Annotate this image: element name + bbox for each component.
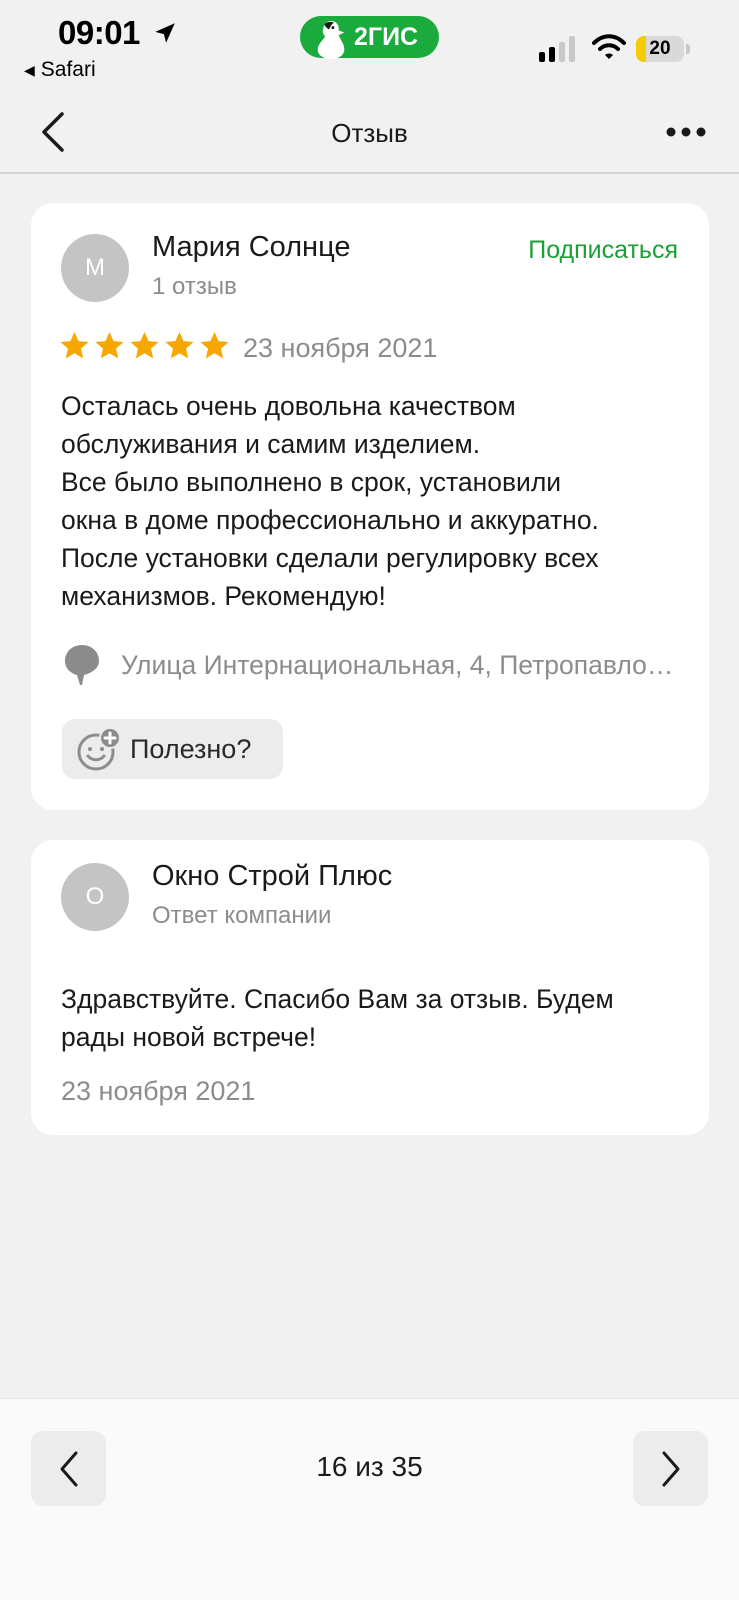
duck-logo-icon <box>317 20 345 59</box>
rating-stars <box>59 330 230 361</box>
status-bar: 09:01 ◀ Safari 2ГИС 20 <box>0 0 739 90</box>
review-card: М Мария Солнце 1 отзыв Подписаться 23 но… <box>31 203 709 810</box>
star-icon <box>200 331 229 359</box>
brand-logo-pill: 2ГИС <box>300 16 439 59</box>
subscribe-button[interactable]: Подписаться <box>528 236 678 265</box>
review-text-line: Все было выполнено в срок, установили <box>61 467 562 497</box>
address-row[interactable]: Улица Интернациональная, 4, Петропавловс… <box>61 643 681 687</box>
wifi-icon <box>592 34 626 59</box>
page-title: Отзыв <box>331 118 408 148</box>
status-time: 09:01 <box>58 14 140 51</box>
company-reply-card: О Окно Строй Плюс Ответ компании Здравст… <box>31 840 709 1135</box>
cellular-signal-icon <box>539 36 575 62</box>
reply-subtitle: Ответ компании <box>152 902 332 929</box>
back-triangle-icon: ◀ <box>24 61 35 78</box>
review-text-line: механизмов. Рекомендую! <box>61 581 386 611</box>
review-text-line: Осталась очень довольна качеством <box>61 391 516 421</box>
star-icon <box>165 331 194 359</box>
reply-date: 23 ноября 2021 <box>61 1076 256 1106</box>
author-review-count: 1 отзыв <box>152 273 237 300</box>
author-name[interactable]: Мария Солнце <box>152 231 350 264</box>
review-text-line: После установки сделали регулировку всех <box>61 543 599 573</box>
smile-plus-icon <box>77 727 121 771</box>
review-text-line: обслуживания и самим изделием. <box>61 429 481 459</box>
star-icon <box>130 331 159 359</box>
company-name[interactable]: Окно Строй Плюс <box>152 860 392 893</box>
location-arrow-icon <box>155 23 175 43</box>
review-text-line: окна в доме профессионально и аккуратно. <box>61 505 599 535</box>
back-to-safari-link[interactable]: ◀ Safari <box>24 58 96 82</box>
star-icon <box>60 331 89 359</box>
review-date: 23 ноября 2021 <box>243 333 438 363</box>
screen: 09:01 ◀ Safari 2ГИС 20 Отзыв М Мария Сол… <box>0 0 739 1600</box>
reply-text: Здравствуйте. Спасибо Вам за отзыв. Буде… <box>61 980 681 1056</box>
star-icon <box>95 331 124 359</box>
reply-text-line: Здравствуйте. Спасибо Вам за отзыв. Буде… <box>61 984 614 1014</box>
pager-count: 16 из 35 <box>316 1451 423 1482</box>
avatar[interactable]: М <box>61 234 129 302</box>
useful-button[interactable]: Полезно? <box>62 719 283 779</box>
battery-icon: 20 <box>636 36 690 62</box>
reply-text-line: рады новой встрече! <box>61 1022 317 1052</box>
company-avatar[interactable]: О <box>61 863 129 931</box>
address-text: Улица Интернациональная, 4, Петропавловс… <box>121 649 681 680</box>
brand-label: 2ГИС <box>354 22 419 51</box>
more-dots-icon[interactable] <box>666 126 706 138</box>
back-app-label: Safari <box>40 58 96 81</box>
nav-bar: Отзыв <box>0 90 739 174</box>
useful-label: Полезно? <box>130 733 252 764</box>
next-review-button[interactable] <box>633 1431 708 1506</box>
chevron-right-icon <box>662 1451 679 1486</box>
review-text: Осталась очень довольна качеством обслужи… <box>61 387 681 615</box>
battery-level: 20 <box>649 38 671 59</box>
pager-bar: 16 из 35 <box>0 1398 739 1600</box>
map-pin-icon <box>65 645 99 685</box>
